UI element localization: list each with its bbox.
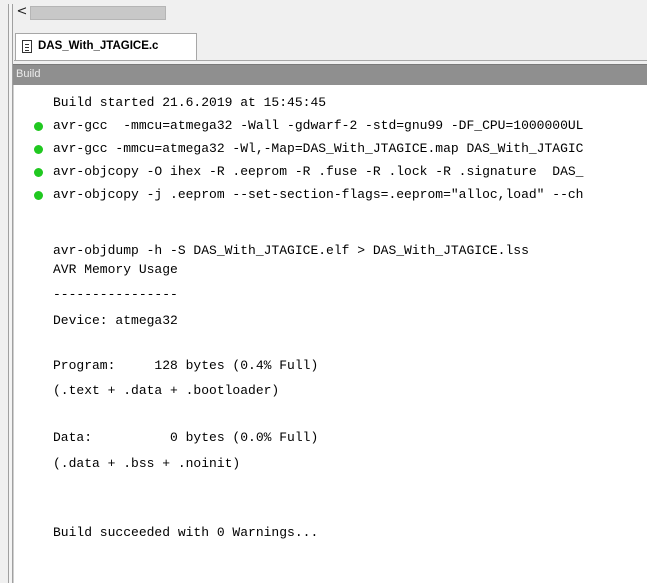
output-line: Build started 21.6.2019 at 15:45:45 [53,95,327,110]
file-icon [22,40,32,53]
output-line: AVR Memory Usage [53,262,178,277]
green-dot-icon [34,168,43,177]
output-line: ---------------- [53,287,178,302]
green-dot-icon [34,122,43,131]
tab-das-with-jtagice[interactable]: DAS_With_JTAGICE.c [15,33,197,60]
output-line: Build succeeded with 0 Warnings... [53,525,319,540]
tab-label: DAS_With_JTAGICE.c [38,40,159,52]
green-dot-icon [34,145,43,154]
build-output-pane[interactable] [13,85,647,583]
output-line: avr-gcc -mmcu=atmega32 -Wl,-Map=DAS_With… [53,141,584,156]
scrollbar-thumb[interactable] [30,6,166,20]
output-line: avr-objcopy -j .eeprom --set-section-fla… [53,187,584,202]
chevron-left-icon[interactable]: < [14,4,30,20]
output-line: (.text + .data + .bootloader) [53,383,280,398]
output-line: avr-objdump -h -S DAS_With_JTAGICE.elf >… [53,243,529,258]
horizontal-scrollbar[interactable]: < [14,4,647,20]
build-panel-title: Build [16,68,41,80]
output-line: Device: atmega32 [53,313,178,328]
tab-divider [14,60,647,61]
output-line: Data: 0 bytes (0.0% Full) [53,430,319,445]
green-dot-icon [34,191,43,200]
build-panel-header: Build [13,64,647,85]
output-line: avr-gcc -mmcu=atmega32 -Wall -gdwarf-2 -… [53,118,584,133]
output-line: Program: 128 bytes (0.4% Full) [53,358,319,373]
output-line: (.data + .bss + .noinit) [53,456,241,471]
output-line: avr-objcopy -O ihex -R .eeprom -R .fuse … [53,164,584,179]
